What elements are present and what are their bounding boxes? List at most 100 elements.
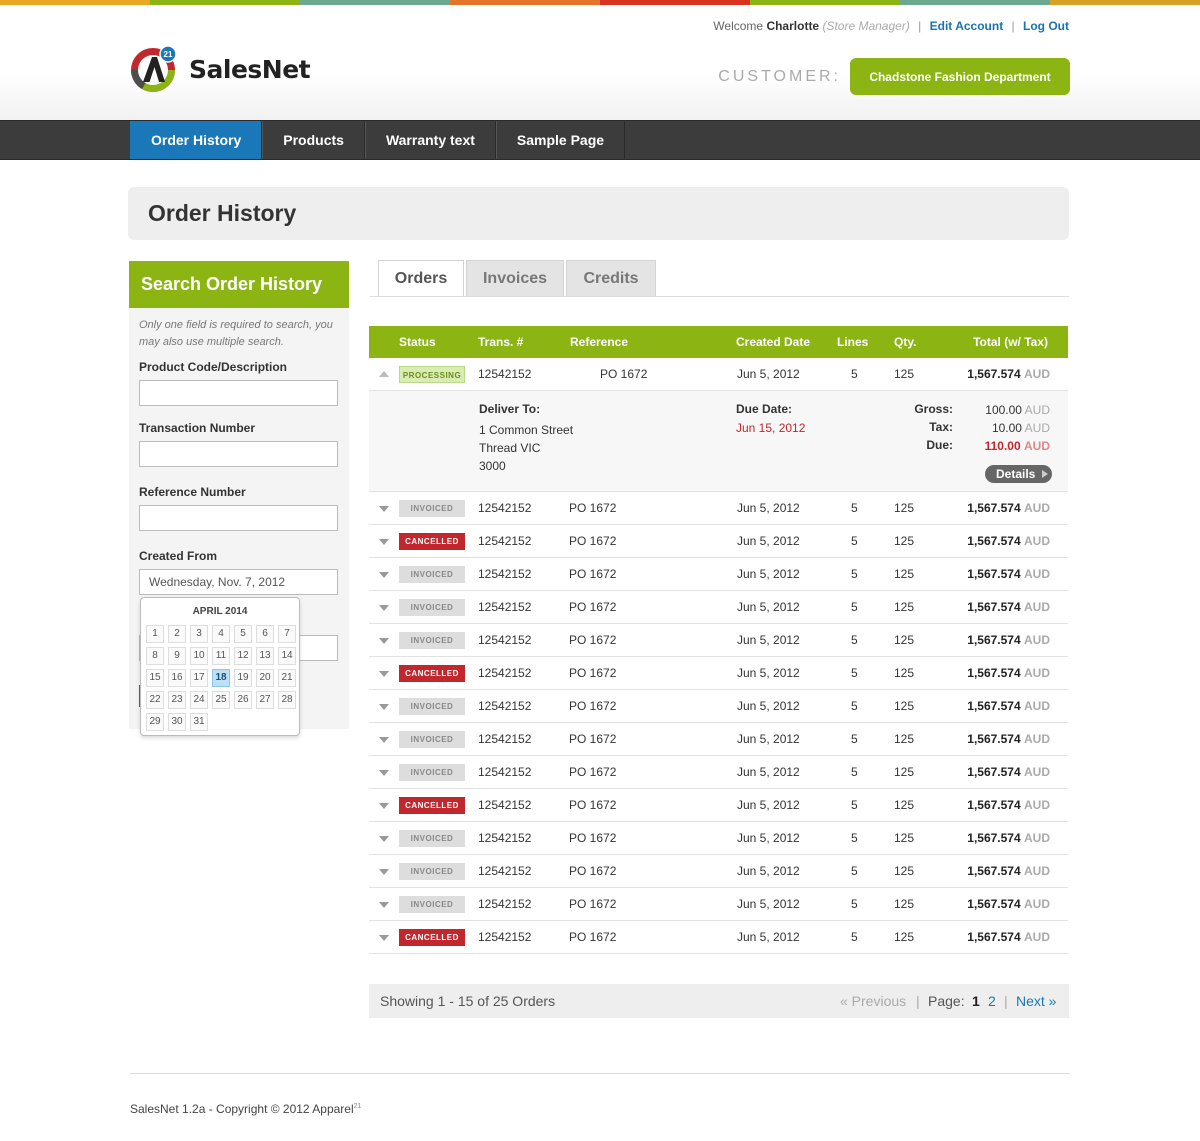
tab-orders[interactable]: Orders xyxy=(378,260,464,296)
calendar-day[interactable]: 20 xyxy=(256,669,274,687)
col-lines[interactable]: Lines xyxy=(837,326,868,358)
trans-number[interactable]: 12542152 xyxy=(478,690,531,722)
expand-icon[interactable] xyxy=(379,671,389,677)
tab-credits[interactable]: Credits xyxy=(566,260,656,296)
reference-number-input[interactable] xyxy=(139,505,338,531)
expand-icon[interactable] xyxy=(379,638,389,644)
table-row[interactable]: INVOICED 12542152 PO 1672 Jun 5, 2012 5 125 1,… xyxy=(369,624,1068,657)
trans-number[interactable]: 12542152 xyxy=(478,855,531,887)
calendar-day[interactable]: 22 xyxy=(146,691,164,709)
trans-number[interactable]: 12542152 xyxy=(478,358,531,390)
nav-item-order-history[interactable]: Order History xyxy=(130,121,263,159)
col-created[interactable]: Created Date xyxy=(736,326,810,358)
calendar-day[interactable]: 13 xyxy=(256,647,274,665)
calendar-day[interactable]: 6 xyxy=(256,625,274,643)
trans-number[interactable]: 12542152 xyxy=(478,525,531,557)
calendar-day[interactable]: 3 xyxy=(190,625,208,643)
expand-icon[interactable] xyxy=(379,605,389,611)
expand-icon[interactable] xyxy=(379,902,389,908)
calendar-day[interactable]: 28 xyxy=(278,691,296,709)
previous-link[interactable]: « Previous xyxy=(840,984,906,1018)
nav-item-warranty-text[interactable]: Warranty text xyxy=(364,121,496,159)
calendar-day[interactable]: 27 xyxy=(256,691,274,709)
calendar-day[interactable]: 17 xyxy=(190,669,208,687)
col-qty[interactable]: Qty. xyxy=(894,326,916,358)
calendar-day[interactable]: 25 xyxy=(212,691,230,709)
customer-button[interactable]: Chadstone Fashion Department xyxy=(850,58,1070,95)
calendar-day[interactable]: 11 xyxy=(212,647,230,665)
expand-icon[interactable] xyxy=(379,935,389,941)
calendar-day[interactable]: 24 xyxy=(190,691,208,709)
tab-invoices[interactable]: Invoices xyxy=(466,260,564,296)
page-2-link[interactable]: 2 xyxy=(988,984,996,1018)
calendar-day[interactable]: 15 xyxy=(146,669,164,687)
calendar-day[interactable]: 5 xyxy=(234,625,252,643)
expand-icon[interactable] xyxy=(379,803,389,809)
table-row[interactable]: INVOICED 12542152 PO 1672 Jun 5, 2012 5 125 1,… xyxy=(369,558,1068,591)
calendar-day[interactable]: 9 xyxy=(168,647,186,665)
calendar-day[interactable]: 19 xyxy=(234,669,252,687)
expand-icon[interactable] xyxy=(379,737,389,743)
table-row[interactable]: INVOICED 12542152 PO 1672 Jun 5, 2012 5 125 1,… xyxy=(369,723,1068,756)
product-code-input[interactable] xyxy=(139,380,338,406)
table-row[interactable]: INVOICED 12542152 PO 1672 Jun 5, 2012 5 125 1,… xyxy=(369,690,1068,723)
trans-number[interactable]: 12542152 xyxy=(478,723,531,755)
trans-number[interactable]: 12542152 xyxy=(478,657,531,689)
table-row[interactable]: INVOICED 12542152 PO 1672 Jun 5, 2012 5 125 1,… xyxy=(369,756,1068,789)
table-row[interactable]: PROCESSING 12542152 PO 1672 Jun 5, 2012 5 125… xyxy=(369,358,1068,391)
details-button[interactable]: Details xyxy=(985,465,1052,483)
trans-number[interactable]: 12542152 xyxy=(478,789,531,821)
expand-icon[interactable] xyxy=(379,704,389,710)
expand-icon[interactable] xyxy=(379,836,389,842)
calendar-day[interactable]: 30 xyxy=(168,713,186,731)
calendar-day[interactable]: 2 xyxy=(168,625,186,643)
trans-number[interactable]: 12542152 xyxy=(478,921,531,953)
trans-number[interactable]: 12542152 xyxy=(478,591,531,623)
trans-number[interactable]: 12542152 xyxy=(478,822,531,854)
trans-number[interactable]: 12542152 xyxy=(478,492,531,524)
calendar-day[interactable]: 26 xyxy=(234,691,252,709)
trans-number[interactable]: 12542152 xyxy=(478,756,531,788)
col-status[interactable]: Status xyxy=(399,326,436,358)
table-row[interactable]: INVOICED 12542152 PO 1672 Jun 5, 2012 5 125 1,… xyxy=(369,492,1068,525)
table-row[interactable]: INVOICED 12542152 PO 1672 Jun 5, 2012 5 125 1,… xyxy=(369,822,1068,855)
calendar-day[interactable]: 4 xyxy=(212,625,230,643)
calendar-day[interactable]: 8 xyxy=(146,647,164,665)
table-row[interactable]: INVOICED 12542152 PO 1672 Jun 5, 2012 5 125 1,… xyxy=(369,888,1068,921)
trans-number[interactable]: 12542152 xyxy=(478,558,531,590)
calendar-day[interactable]: 1 xyxy=(146,625,164,643)
page-1-link[interactable]: 1 xyxy=(972,984,980,1018)
transaction-number-input[interactable] xyxy=(139,441,338,467)
expand-icon[interactable] xyxy=(379,572,389,578)
log-out-link[interactable]: Log Out xyxy=(1023,19,1069,33)
next-link[interactable]: Next » xyxy=(1016,984,1056,1018)
trans-number[interactable]: 12542152 xyxy=(478,624,531,656)
nav-item-products[interactable]: Products xyxy=(262,121,365,159)
calendar-day[interactable]: 18 xyxy=(212,669,230,687)
table-row[interactable]: CANCELLED 12542152 PO 1672 Jun 5, 2012 5 125 1… xyxy=(369,657,1068,690)
calendar-day[interactable]: 7 xyxy=(278,625,296,643)
expand-icon[interactable] xyxy=(379,869,389,875)
table-row[interactable]: INVOICED 12542152 PO 1672 Jun 5, 2012 5 125 1,… xyxy=(369,855,1068,888)
trans-number[interactable]: 12542152 xyxy=(478,888,531,920)
expand-icon[interactable] xyxy=(379,770,389,776)
calendar-day[interactable]: 10 xyxy=(190,647,208,665)
logo[interactable]: 21 SalesNet xyxy=(130,45,311,93)
nav-item-sample-page[interactable]: Sample Page xyxy=(495,121,626,159)
table-row[interactable]: INVOICED 12542152 PO 1672 Jun 5, 2012 5 125 1,… xyxy=(369,591,1068,624)
table-row[interactable]: CANCELLED 12542152 PO 1672 Jun 5, 2012 5 125 1… xyxy=(369,789,1068,822)
calendar-day[interactable]: 29 xyxy=(146,713,164,731)
edit-account-link[interactable]: Edit Account xyxy=(930,19,1004,33)
calendar-day[interactable]: 23 xyxy=(168,691,186,709)
expand-icon[interactable] xyxy=(379,506,389,512)
table-row[interactable]: CANCELLED 12542152 PO 1672 Jun 5, 2012 5 125 1… xyxy=(369,525,1068,558)
table-row[interactable]: CANCELLED 12542152 PO 1672 Jun 5, 2012 5 125 1… xyxy=(369,921,1068,954)
col-total[interactable]: Total (w/ Tax) xyxy=(973,326,1048,358)
col-reference[interactable]: Reference xyxy=(570,326,628,358)
collapse-icon[interactable] xyxy=(379,371,389,377)
col-trans[interactable]: Trans. # xyxy=(478,326,523,358)
created-from-input[interactable]: Wednesday, Nov. 7, 2012 xyxy=(139,569,338,595)
calendar-day[interactable]: 16 xyxy=(168,669,186,687)
calendar-day[interactable]: 31 xyxy=(190,713,208,731)
calendar-day[interactable]: 21 xyxy=(278,669,296,687)
